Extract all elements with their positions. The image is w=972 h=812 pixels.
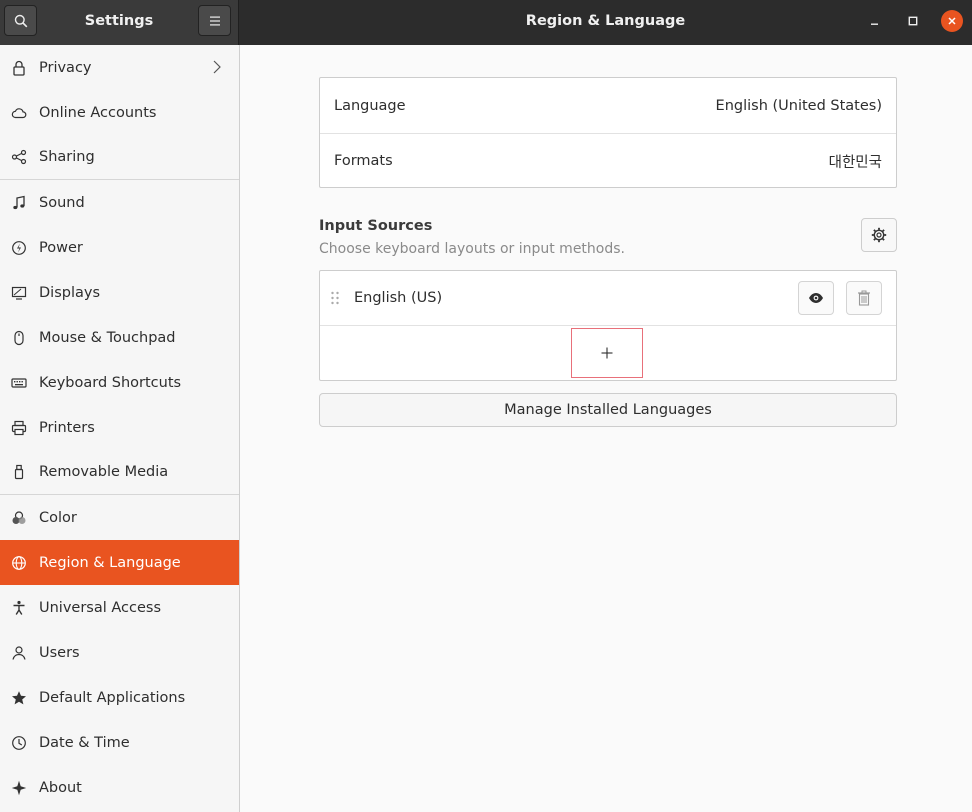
sidebar-item-about[interactable]: About	[0, 765, 239, 810]
user-icon	[10, 644, 28, 662]
sidebar-item-label: Users	[39, 644, 80, 661]
minimize-button[interactable]	[864, 10, 886, 32]
add-input-source-button[interactable]	[571, 328, 643, 378]
accessibility-icon	[10, 599, 28, 617]
sidebar-item-printers[interactable]: Printers	[0, 405, 239, 450]
star-icon	[10, 689, 28, 707]
sidebar-item-label: Date & Time	[39, 734, 130, 751]
view-layout-button[interactable]	[798, 281, 834, 315]
search-icon	[14, 14, 27, 27]
sidebar-header: Settings	[0, 0, 239, 45]
window-title: Region & Language	[525, 13, 686, 29]
input-source-label: English (US)	[354, 290, 443, 306]
sidebar-item-label: Privacy	[39, 59, 92, 76]
main-panel: Language English (United States) Formats…	[240, 45, 972, 812]
sidebar-item-label: Printers	[39, 419, 95, 436]
share-icon	[10, 148, 28, 166]
minimize-icon	[871, 23, 878, 25]
formats-row[interactable]: Formats 대한민국	[320, 133, 896, 188]
sidebar-item-universal-access[interactable]: Universal Access	[0, 585, 239, 630]
close-button[interactable]	[941, 10, 963, 32]
gear-icon	[871, 227, 887, 243]
sidebar-item-label: Online Accounts	[39, 104, 157, 121]
sidebar-item-label: Default Applications	[39, 689, 186, 706]
sidebar-item-keyboard-shortcuts[interactable]: Keyboard Shortcuts	[0, 360, 239, 405]
sidebar-item-label: Region & Language	[39, 554, 181, 571]
sidebar-item-label: Sharing	[39, 149, 95, 165]
keyboard-icon	[10, 374, 28, 392]
chevron-right-icon	[213, 60, 221, 74]
language-formats-card: Language English (United States) Formats…	[319, 77, 897, 188]
sidebar: Privacy Online Accounts Sharing Sound Po…	[0, 45, 240, 812]
cloud-icon	[10, 104, 28, 122]
sidebar-item-label: Displays	[39, 284, 101, 301]
clock-icon	[10, 734, 28, 752]
sidebar-item-power[interactable]: Power	[0, 225, 239, 270]
sidebar-item-label: Power	[39, 239, 83, 256]
sidebar-item-privacy[interactable]: Privacy	[0, 45, 239, 90]
sparkle-icon	[10, 779, 28, 797]
maximize-icon	[908, 16, 918, 26]
trash-icon	[858, 290, 870, 306]
sidebar-title: Settings	[84, 13, 154, 29]
sidebar-item-online-accounts[interactable]: Online Accounts	[0, 90, 239, 135]
formats-value: 대한민국	[828, 154, 882, 171]
mouse-icon	[10, 329, 28, 347]
eye-icon	[809, 293, 823, 303]
sidebar-item-sound[interactable]: Sound	[0, 180, 239, 225]
sidebar-item-label: Mouse & Touchpad	[39, 329, 176, 346]
maximize-button[interactable]	[902, 10, 924, 32]
music-note-icon	[10, 194, 28, 212]
power-icon	[10, 239, 28, 257]
input-source-row[interactable]: English (US)	[320, 271, 896, 326]
globe-icon	[10, 554, 28, 572]
language-row[interactable]: Language English (United States)	[320, 78, 896, 133]
search-button[interactable]	[4, 5, 37, 36]
plus-icon	[601, 347, 613, 359]
remove-input-source-button[interactable]	[846, 281, 882, 315]
sidebar-item-region-language[interactable]: Region & Language	[0, 540, 239, 585]
sidebar-item-label: Color	[39, 509, 77, 526]
sidebar-item-label: Keyboard Shortcuts	[39, 374, 182, 391]
input-sources-title: Input Sources	[319, 218, 433, 234]
sidebar-item-displays[interactable]: Displays	[0, 270, 239, 315]
input-sources-list: English (US)	[319, 270, 897, 381]
manage-installed-languages-button[interactable]: Manage Installed Languages	[319, 393, 897, 427]
sidebar-item-removable-media[interactable]: Removable Media	[0, 450, 239, 495]
sidebar-item-label: About	[39, 779, 82, 796]
drag-handle-icon[interactable]	[330, 291, 340, 305]
lock-icon	[10, 59, 28, 77]
sidebar-item-label: Universal Access	[39, 599, 162, 616]
usb-icon	[10, 463, 28, 481]
sidebar-item-users[interactable]: Users	[0, 630, 239, 675]
sidebar-item-label: Removable Media	[39, 464, 169, 480]
language-value: English (United States)	[715, 97, 882, 114]
menu-button[interactable]	[198, 5, 231, 36]
input-sources-subtitle: Choose keyboard layouts or input methods…	[319, 241, 625, 257]
close-icon	[948, 17, 956, 25]
printer-icon	[10, 419, 28, 437]
sidebar-item-color[interactable]: Color	[0, 495, 239, 540]
sidebar-item-sharing[interactable]: Sharing	[0, 135, 239, 180]
input-sources-options-button[interactable]	[861, 218, 897, 252]
sidebar-item-date-time[interactable]: Date & Time	[0, 720, 239, 765]
sidebar-item-label: Sound	[39, 194, 85, 211]
sidebar-item-default-applications[interactable]: Default Applications	[0, 675, 239, 720]
formats-label: Formats	[334, 153, 393, 169]
main-header: Region & Language	[239, 0, 972, 45]
language-label: Language	[334, 97, 406, 114]
sidebar-item-mouse-touchpad[interactable]: Mouse & Touchpad	[0, 315, 239, 360]
color-icon	[10, 509, 28, 527]
hamburger-icon	[209, 16, 220, 25]
header-bar: Settings Region & Language	[0, 0, 972, 45]
display-icon	[10, 284, 28, 302]
